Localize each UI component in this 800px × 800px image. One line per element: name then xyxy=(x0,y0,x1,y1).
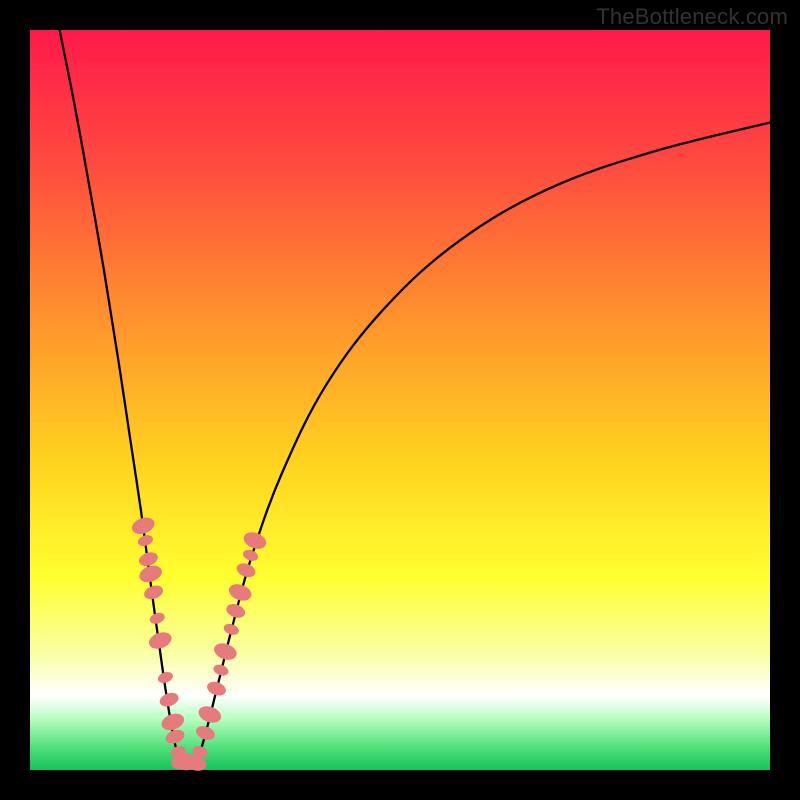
left-branch-bead xyxy=(156,670,174,685)
right-branch-bead xyxy=(194,724,217,743)
left-branch-bead xyxy=(147,629,174,651)
right-branch-bead xyxy=(224,602,247,621)
left-branch-bead xyxy=(142,583,165,602)
left-branch-bead xyxy=(158,690,181,709)
right-branch-bead xyxy=(241,529,268,551)
right-branch-bead xyxy=(205,679,228,698)
right-branch-bead xyxy=(196,703,223,725)
chart-svg xyxy=(30,30,770,770)
left-branch-bead xyxy=(159,711,186,733)
curve-right-branch xyxy=(185,123,770,767)
right-branch-bead xyxy=(212,640,239,662)
left-branch-bead xyxy=(164,727,187,746)
right-branch-bead xyxy=(241,548,259,563)
right-branch-bead xyxy=(235,561,258,580)
right-branch-bead xyxy=(227,581,254,603)
left-branch-bead xyxy=(137,550,160,569)
watermark-text: TheBottleneck.com xyxy=(596,4,788,30)
left-branch-bead xyxy=(148,611,166,626)
left-branch-bead xyxy=(130,515,157,537)
right-branch-bead xyxy=(222,622,240,637)
left-branch-bead xyxy=(136,533,154,548)
outer-frame: TheBottleneck.com xyxy=(0,0,800,800)
left-branch-bead xyxy=(137,563,164,585)
curve-left-branch xyxy=(60,30,186,766)
right-branch-bead xyxy=(212,663,230,678)
